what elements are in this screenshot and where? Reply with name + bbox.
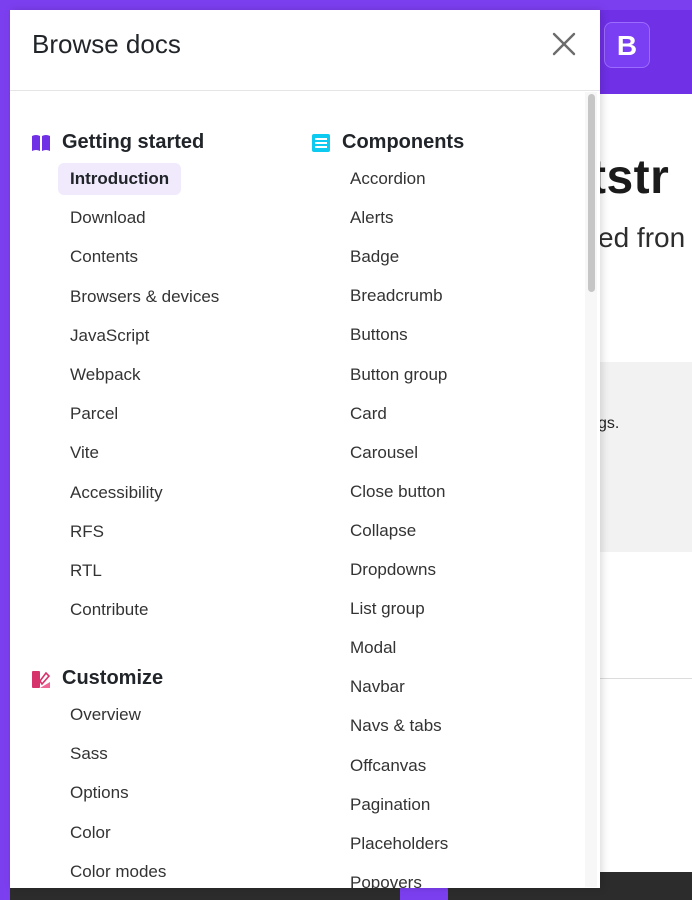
nav-item-popovers[interactable]: Popovers — [338, 867, 434, 888]
nav-item-list-group[interactable]: List group — [338, 593, 437, 625]
nav-item-button-group[interactable]: Button group — [338, 359, 459, 391]
nav-item-parcel[interactable]: Parcel — [58, 398, 130, 430]
background-hero-title: tstr — [590, 151, 670, 204]
nav-item-placeholders[interactable]: Placeholders — [338, 828, 460, 860]
nav-item-carousel[interactable]: Carousel — [338, 437, 430, 469]
nav-item-webpack[interactable]: Webpack — [58, 359, 153, 391]
nav-item-dropdowns[interactable]: Dropdowns — [338, 554, 448, 586]
nav-item-introduction[interactable]: Introduction — [58, 163, 182, 195]
section-title: Getting started — [62, 131, 205, 153]
nav-item-card[interactable]: Card — [338, 398, 399, 430]
nav-item-overview[interactable]: Overview — [58, 699, 153, 731]
section-title: Customize — [62, 667, 164, 689]
offcanvas-title: Browse docs — [32, 29, 181, 59]
bootstrap-logo[interactable]: B — [604, 22, 650, 68]
nav-item-buttons[interactable]: Buttons — [338, 319, 420, 351]
background-snippet: gs. — [598, 415, 620, 432]
nav-item-badge[interactable]: Badge — [338, 241, 411, 273]
background-divider — [600, 678, 692, 679]
nav-item-rtl[interactable]: RTL — [58, 555, 114, 587]
scrollbar-thumb[interactable] — [588, 94, 595, 292]
components-icon — [310, 132, 332, 154]
nav-item-vite[interactable]: Vite — [58, 437, 111, 469]
nav-item-pagination[interactable]: Pagination — [338, 789, 442, 821]
nav-item-browsers-and-devices[interactable]: Browsers & devices — [58, 281, 231, 313]
nav-item-contribute[interactable]: Contribute — [58, 594, 160, 626]
palette-icon — [30, 668, 52, 690]
nav-item-options[interactable]: Options — [58, 777, 141, 809]
close-icon[interactable] — [546, 26, 582, 62]
nav-item-color[interactable]: Color — [58, 817, 123, 849]
nav-item-navbar[interactable]: Navbar — [338, 671, 417, 703]
nav-item-collapse[interactable]: Collapse — [338, 515, 428, 547]
section-getting-started: Getting started — [30, 131, 204, 154]
nav-item-download[interactable]: Download — [58, 202, 158, 234]
browse-docs-offcanvas: Browse docs Getting started Introduction — [10, 10, 600, 888]
nav-item-breadcrumb[interactable]: Breadcrumb — [338, 280, 455, 312]
nav-item-navs-and-tabs[interactable]: Navs & tabs — [338, 710, 454, 742]
nav-item-modal[interactable]: Modal — [338, 632, 408, 664]
background-hero-subtitle: ed fron — [598, 222, 686, 253]
section-components: Components — [310, 131, 464, 154]
nav-item-contents[interactable]: Contents — [58, 241, 150, 273]
nav-item-color-modes[interactable]: Color modes — [58, 856, 178, 888]
nav-item-offcanvas[interactable]: Offcanvas — [338, 750, 438, 782]
section-title: Components — [342, 131, 465, 153]
nav-item-alerts[interactable]: Alerts — [338, 202, 405, 234]
offcanvas-body[interactable]: Getting started Introduction Download Cont… — [10, 91, 600, 888]
nav-item-javascript[interactable]: JavaScript — [58, 320, 161, 352]
nav-item-rfs[interactable]: RFS — [58, 516, 116, 548]
nav-item-sass[interactable]: Sass — [58, 738, 120, 770]
section-customize: Customize — [30, 667, 163, 690]
background-card — [600, 362, 692, 552]
offcanvas-header: Browse docs — [10, 10, 600, 91]
nav-item-accordion[interactable]: Accordion — [338, 163, 438, 195]
close-icon-glyph — [552, 32, 576, 56]
nav-item-accessibility[interactable]: Accessibility — [58, 477, 175, 509]
nav-item-close-button[interactable]: Close button — [338, 476, 457, 508]
book-icon — [30, 132, 52, 154]
